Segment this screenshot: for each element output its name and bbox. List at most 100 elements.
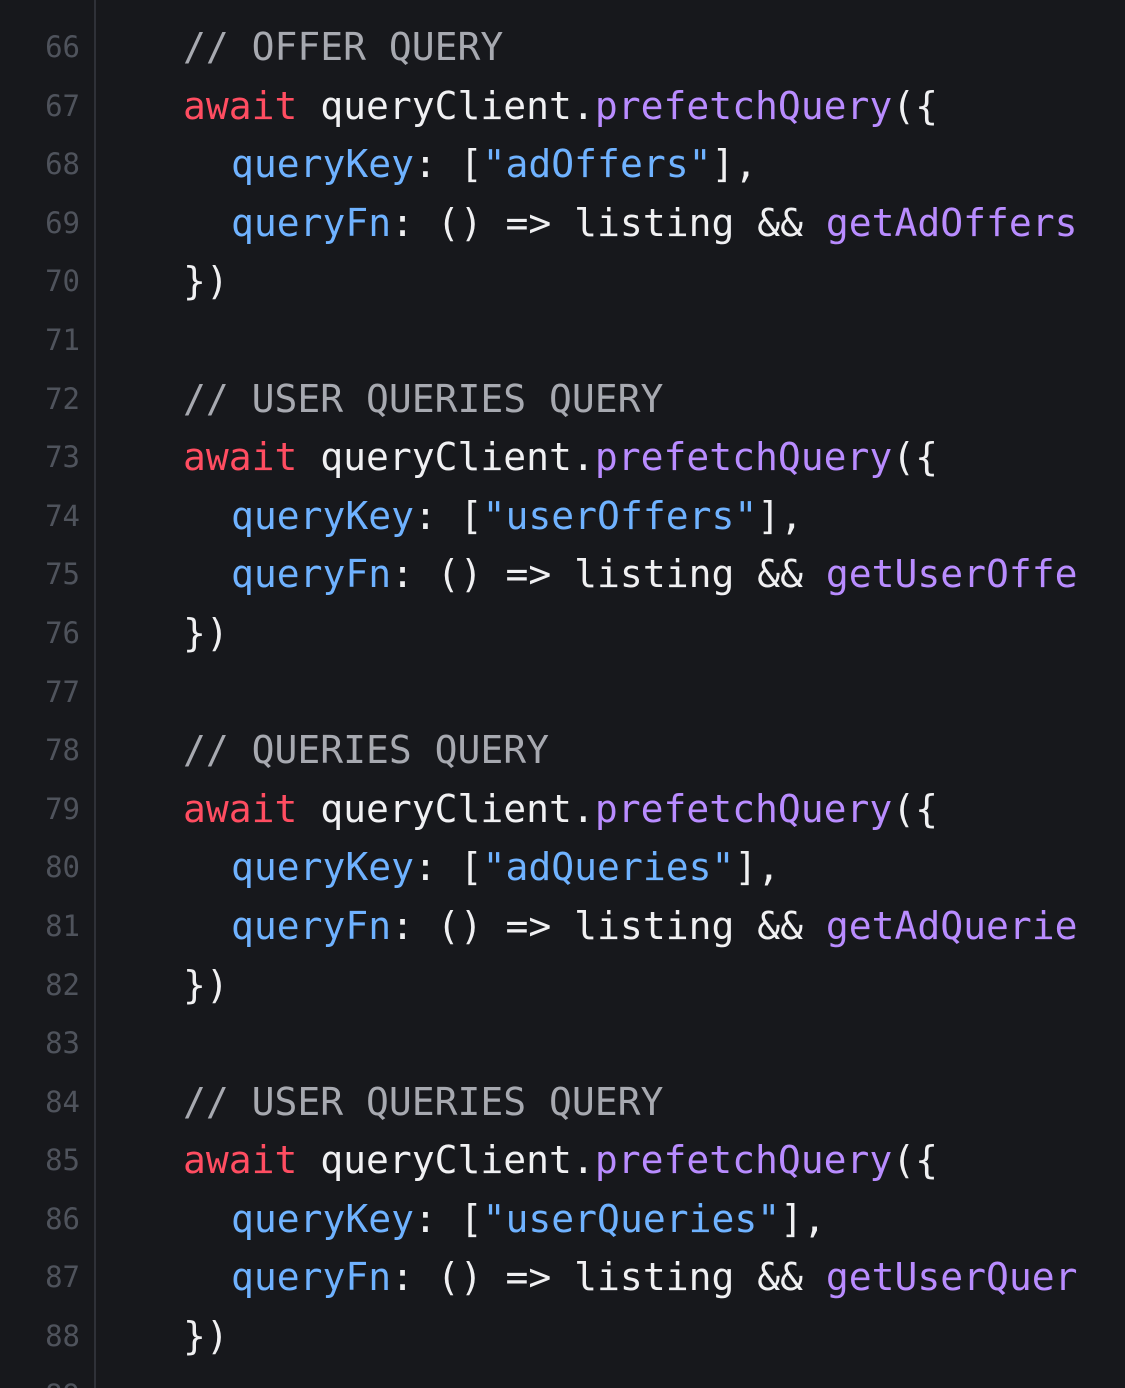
keyword-await: await — [183, 83, 298, 128]
code-line[interactable]: await queryClient.prefetchQuery({ — [183, 77, 1125, 136]
line-number: 78 — [45, 733, 80, 768]
property-separator: : [ — [414, 845, 483, 890]
code-line[interactable]: await queryClient.prefetchQuery({ — [183, 780, 1125, 839]
code-line[interactable]: queryFn: () => listing && getUserOffe — [183, 545, 1125, 604]
code-line[interactable]: queryKey: ["userQueries"], — [183, 1190, 1125, 1249]
open-brace: ({ — [892, 83, 938, 128]
line-number: 77 — [45, 674, 80, 709]
code-line[interactable]: queryFn: () => listing && getUserQuer — [183, 1248, 1125, 1307]
closing-brace: }) — [183, 962, 229, 1007]
keyword-await: await — [183, 1138, 298, 1183]
code-line[interactable] — [183, 311, 1125, 370]
line-number: 79 — [45, 791, 80, 826]
property-separator: : [ — [414, 1196, 483, 1241]
comment-text: // USER QUERIES QUERY — [183, 376, 664, 421]
property-key: queryFn — [231, 552, 392, 597]
line-number-list: 66 67 68 69 70 71 72 73 74 75 76 77 78 7… — [0, 18, 80, 1388]
code-line[interactable]: }) — [183, 252, 1125, 311]
line-number: 84 — [45, 1084, 80, 1119]
string-literal: "adQueries" — [482, 845, 735, 890]
keyword-await: await — [183, 786, 298, 831]
code-content[interactable]: // OFFER QUERY await queryClient.prefetc… — [183, 18, 1125, 1388]
line-number: 66 — [45, 30, 80, 64]
method-name: prefetchQuery — [594, 1138, 893, 1183]
property-separator: : [ — [414, 142, 483, 187]
code-line[interactable]: queryFn: () => listing && getAdQuerie — [183, 897, 1125, 956]
property-separator: : [ — [414, 493, 483, 538]
close-bracket: ], — [780, 1196, 826, 1241]
code-line[interactable]: queryKey: ["userOffers"], — [183, 487, 1125, 546]
function-call: getUserQuer — [825, 1255, 1078, 1300]
code-line[interactable]: // QUERIES QUERY — [183, 721, 1125, 780]
line-number: 70 — [45, 264, 80, 299]
string-literal: "userQueries" — [482, 1196, 781, 1241]
arrow-function: : () => listing && — [391, 552, 826, 597]
method-name: prefetchQuery — [594, 435, 893, 480]
close-bracket: ], — [711, 142, 758, 187]
code-line[interactable]: }) — [183, 1307, 1125, 1366]
code-line[interactable]: await queryClient.prefetchQuery({ — [183, 428, 1125, 487]
comment-text: // USER QUERIES QUERY — [183, 1079, 664, 1124]
keyword-await: await — [183, 435, 298, 480]
code-editor[interactable]: 66 67 68 69 70 71 72 73 74 75 76 77 78 7… — [0, 0, 1125, 1388]
code-line[interactable]: queryKey: ["adOffers"], — [183, 135, 1125, 194]
code-line[interactable] — [183, 1366, 1125, 1388]
open-brace: ({ — [892, 786, 938, 831]
arrow-function: : () => listing && — [391, 200, 826, 245]
property-key: queryKey — [231, 845, 415, 890]
code-line[interactable]: // USER QUERIES QUERY — [183, 1073, 1125, 1132]
method-name: prefetchQuery — [594, 786, 893, 831]
query-client-ref: queryClient. — [297, 435, 595, 480]
open-brace: ({ — [892, 435, 938, 480]
code-line[interactable]: queryFn: () => listing && getAdOffers — [183, 194, 1125, 253]
line-number: 74 — [45, 498, 80, 533]
code-line[interactable]: queryKey: ["adQueries"], — [183, 838, 1125, 897]
arrow-function: : () => listing && — [391, 1255, 826, 1300]
property-key: queryKey — [231, 493, 415, 538]
property-key: queryFn — [231, 903, 392, 948]
code-line[interactable] — [183, 1014, 1125, 1073]
property-key: queryKey — [231, 142, 415, 187]
open-brace: ({ — [892, 1138, 938, 1183]
arrow-function: : () => listing && — [391, 903, 826, 948]
line-number: 87 — [45, 1260, 80, 1295]
code-line[interactable] — [183, 663, 1125, 722]
line-number: 85 — [45, 1143, 80, 1178]
line-number: 71 — [45, 322, 80, 357]
property-key: queryFn — [231, 200, 392, 245]
code-line[interactable]: // OFFER QUERY — [183, 18, 1125, 77]
query-client-ref: queryClient. — [297, 786, 595, 831]
code-line[interactable]: }) — [183, 604, 1125, 663]
closing-brace: }) — [183, 259, 229, 304]
closing-brace: }) — [183, 1314, 229, 1359]
line-number: 73 — [45, 440, 80, 475]
function-call: getUserOffe — [825, 552, 1078, 597]
code-line[interactable]: await queryClient.prefetchQuery({ — [183, 1131, 1125, 1190]
comment-text: // QUERIES QUERY — [183, 728, 550, 773]
line-number: 89 — [0, 1366, 80, 1388]
string-literal: "userOffers" — [482, 493, 758, 538]
code-line[interactable]: }) — [183, 956, 1125, 1015]
line-number: 86 — [45, 1201, 80, 1236]
property-key: queryKey — [231, 1196, 415, 1241]
query-client-ref: queryClient. — [297, 83, 595, 128]
function-call: getAdOffers — [825, 200, 1078, 245]
line-number: 68 — [45, 147, 80, 182]
method-name: prefetchQuery — [594, 83, 893, 128]
property-key: queryFn — [231, 1255, 392, 1300]
line-number: 88 — [45, 1319, 80, 1354]
function-call: getAdQuerie — [825, 903, 1078, 948]
line-number: 75 — [45, 557, 80, 592]
query-client-ref: queryClient. — [297, 1138, 595, 1183]
comment-text: // OFFER QUERY — [183, 25, 504, 69]
line-number: 80 — [45, 850, 80, 885]
close-bracket: ], — [757, 493, 803, 538]
close-bracket: ], — [734, 845, 781, 890]
closing-brace: }) — [183, 610, 229, 655]
line-number: 83 — [45, 1026, 80, 1061]
code-line[interactable]: // USER QUERIES QUERY — [183, 370, 1125, 429]
line-number: 81 — [45, 908, 80, 943]
line-number: 82 — [45, 967, 80, 1002]
line-number: 67 — [45, 88, 80, 123]
line-number: 69 — [45, 205, 80, 240]
